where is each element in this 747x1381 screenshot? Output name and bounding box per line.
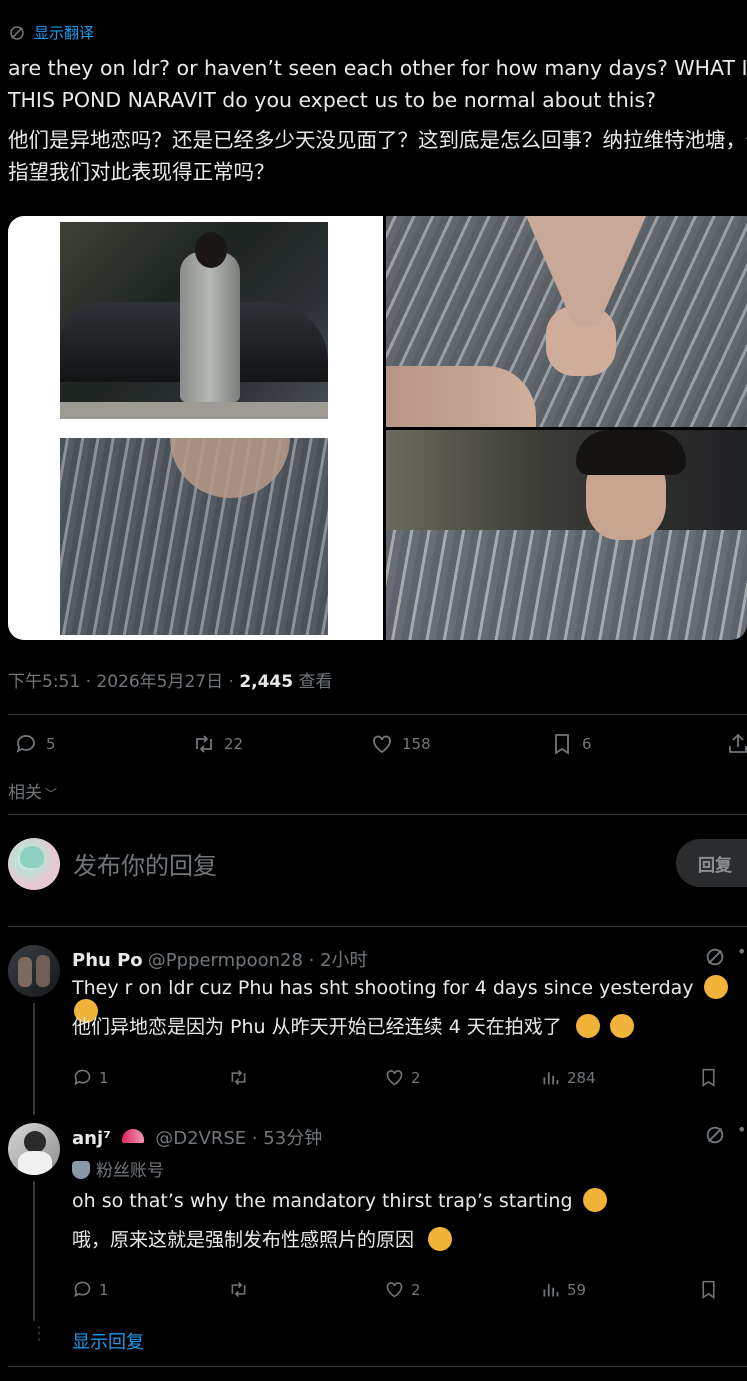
comment-reply-count: 1 <box>99 1068 109 1087</box>
bookmark-icon <box>555 734 569 755</box>
heart-icon <box>386 1070 403 1086</box>
analytics-icon <box>543 1072 559 1085</box>
heart-icon <box>373 735 391 754</box>
reply-icon <box>16 735 35 753</box>
weary-face-emoji <box>609 1014 634 1038</box>
comment-reply-count: 1 <box>99 1280 109 1299</box>
comment-text-original: oh so that’s why the mandatory thirst tr… <box>72 1188 607 1212</box>
post-action-bar: 5 22 158 6 <box>14 732 747 762</box>
hand-over-mouth-emoji <box>428 1227 453 1251</box>
avatar[interactable] <box>8 945 60 997</box>
comment-reply-button[interactable]: 1 <box>72 1067 109 1088</box>
comment-text-en: oh so that’s why the mandatory thirst tr… <box>72 1190 573 1212</box>
fan-emoji <box>122 1129 145 1143</box>
like-count: 158 <box>402 735 431 753</box>
reply-button[interactable]: 5 <box>14 732 56 756</box>
reply-icon <box>74 1281 91 1298</box>
comment-bookmark-button[interactable] <box>698 1067 719 1088</box>
fan-account-label: 粉丝账号 <box>96 1161 164 1181</box>
more-icon[interactable]: • <box>737 942 746 961</box>
analytics-icon <box>543 1284 559 1297</box>
comment-author-name[interactable]: Phu Po <box>72 950 143 971</box>
divider <box>8 814 747 815</box>
photo-man-in-car[interactable] <box>386 430 747 640</box>
fan-account-badge: 粉丝账号 <box>72 1156 164 1181</box>
media-collage-left[interactable] <box>8 216 383 640</box>
comment-header: Phu Po @Pppermpoon28 · 2小时 <box>72 946 368 972</box>
bookmark-button[interactable]: 6 <box>550 732 592 756</box>
comment-view-count: 59 <box>567 1280 587 1299</box>
comment-like-button[interactable]: 2 <box>384 1279 421 1300</box>
post-timestamp: 下午5:51 · 2026年5月27日 · 2,445 查看 <box>8 667 333 692</box>
divider <box>8 926 747 927</box>
views-label: 查看 <box>293 672 333 692</box>
thread-line <box>33 1181 35 1321</box>
comment-repost-button[interactable] <box>228 1279 249 1300</box>
show-translation-link[interactable]: 显示翻译 <box>8 22 94 43</box>
repost-count: 22 <box>224 735 244 753</box>
comment-like-count: 2 <box>411 1068 421 1087</box>
views-count: 2,445 <box>239 672 294 692</box>
reply-submit-button[interactable]: 回复 <box>676 839 747 887</box>
comment-views-button[interactable]: 284 <box>540 1067 596 1088</box>
repost-icon <box>231 1069 246 1086</box>
comment-repost-button[interactable] <box>228 1067 249 1088</box>
share-button[interactable] <box>726 732 747 756</box>
thread-dots: ⋮ <box>30 1323 48 1344</box>
comment-author-name[interactable]: anj⁷ <box>72 1128 111 1149</box>
reply-input[interactable]: 发布你的回复 <box>73 846 217 881</box>
reply-icon <box>74 1069 91 1086</box>
share-icon <box>729 733 747 753</box>
comment-text-zh: 哦，原来这就是强制发布性感照片的原因 <box>72 1229 415 1251</box>
comment-author-handle[interactable]: @D2VRSE · 53分钟 <box>155 1128 322 1149</box>
comment-text-translated: 他们异地恋是因为 Phu 从昨天开始已经连续 4 天在拍戏了 <box>72 1012 634 1039</box>
hand-over-mouth-emoji <box>582 1188 607 1212</box>
post-time: 下午5:51 · 2026年5月27日 · <box>8 672 240 692</box>
more-icon[interactable]: • <box>737 1120 746 1139</box>
comment-text-en: They r on ldr cuz Phu has sht shooting f… <box>72 977 694 999</box>
translate-icon[interactable] <box>704 946 726 968</box>
show-replies-link[interactable]: 显示回复 <box>72 1328 144 1354</box>
heart-icon <box>386 1282 403 1298</box>
comment-text-zh: 他们异地恋是因为 Phu 从昨天开始已经连续 4 天在拍戏了 <box>72 1016 562 1038</box>
comment-bookmark-button[interactable] <box>698 1279 719 1300</box>
comment-like-button[interactable]: 2 <box>384 1067 421 1088</box>
bookmark-icon <box>702 1068 715 1087</box>
comment-author-handle[interactable]: @Pppermpoon28 · 2小时 <box>148 950 368 971</box>
chevron-down-icon: ﹀ <box>45 787 58 801</box>
reply-count: 5 <box>46 735 56 753</box>
photo-man-by-car <box>60 222 328 419</box>
translate-icon[interactable] <box>704 1124 726 1146</box>
post-text-original: are they on ldr? or haven’t seen each ot… <box>8 56 747 112</box>
comment-text-translated: 哦，原来这就是强制发布性感照片的原因 <box>72 1225 453 1252</box>
repost-button[interactable]: 22 <box>192 732 243 756</box>
bookmark-count: 6 <box>582 735 592 753</box>
thread-line <box>33 1003 35 1115</box>
repost-icon <box>231 1281 246 1298</box>
translate-icon <box>10 25 24 40</box>
sleepy-face-emoji <box>575 1014 600 1038</box>
photo-necklace-closeup[interactable] <box>386 216 747 427</box>
comment-like-count: 2 <box>411 1280 421 1299</box>
divider <box>8 714 747 715</box>
comment-reply-button[interactable]: 1 <box>72 1279 109 1300</box>
photo-striped-shirt-closeup <box>60 438 328 635</box>
avatar[interactable] <box>8 838 60 890</box>
related-toggle[interactable]: 相关 ﹀ <box>8 778 57 803</box>
sleepy-face-emoji <box>703 975 728 999</box>
like-button[interactable]: 158 <box>370 732 431 756</box>
related-label: 相关 <box>8 783 42 803</box>
comment-views-button[interactable]: 59 <box>540 1279 586 1300</box>
avatar[interactable] <box>8 1123 60 1175</box>
mask-icon <box>72 1161 90 1179</box>
divider <box>8 1366 747 1367</box>
show-translation-label: 显示翻译 <box>34 24 95 42</box>
post-text-translated: 他们是异地恋吗？还是已经多少天没见面了？这到底是怎么回事？纳拉维特池塘，你指望我… <box>8 128 747 184</box>
comment-header: anj⁷ @D2VRSE · 53分钟 <box>72 1124 322 1150</box>
bookmark-icon <box>702 1280 715 1299</box>
comment-view-count: 284 <box>567 1068 596 1087</box>
repost-icon <box>196 735 212 753</box>
